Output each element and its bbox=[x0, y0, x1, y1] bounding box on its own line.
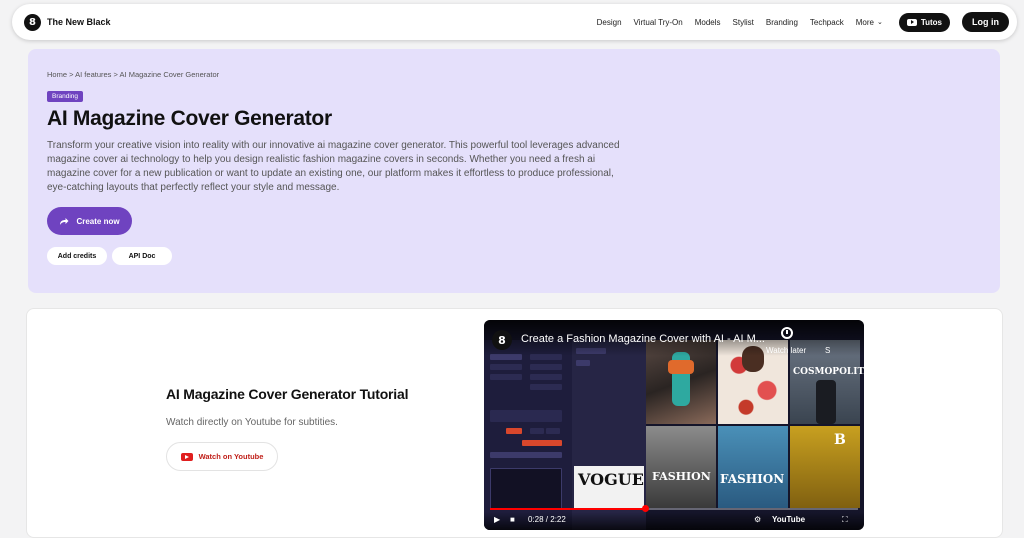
brand[interactable]: 8 The New Black bbox=[24, 13, 111, 31]
nav-link-techpack[interactable]: Techpack bbox=[810, 18, 844, 27]
tutos-button[interactable]: Tutos bbox=[898, 12, 950, 32]
panel-row bbox=[490, 364, 522, 370]
login-button[interactable]: Log in bbox=[962, 12, 1009, 32]
volume-icon[interactable]: ■ bbox=[510, 515, 515, 524]
watch-on-youtube-button[interactable]: Watch on Youtube bbox=[166, 442, 278, 471]
youtube-brand[interactable]: YouTube bbox=[772, 515, 805, 524]
model-figure bbox=[816, 380, 836, 424]
panel-row bbox=[576, 360, 590, 366]
create-now-button[interactable]: Create now bbox=[47, 207, 132, 235]
secondary-actions: Add credits API Doc bbox=[47, 247, 172, 265]
panel-row bbox=[522, 440, 562, 446]
magazine-cover: VOGUE bbox=[574, 466, 644, 508]
video-title[interactable]: Create a Fashion Magazine Cover with AI … bbox=[521, 333, 765, 345]
watch-on-youtube-label: Watch on Youtube bbox=[198, 452, 264, 461]
video-scrubber[interactable] bbox=[641, 505, 649, 512]
settings-icon[interactable]: ⚙ bbox=[754, 515, 761, 524]
panel-row bbox=[530, 374, 562, 380]
youtube-icon bbox=[180, 452, 193, 461]
share-label[interactable]: S bbox=[825, 346, 830, 355]
category-badge: Branding bbox=[47, 91, 84, 102]
nav-link-virtual-try-on[interactable]: Virtual Try-On bbox=[634, 18, 683, 27]
video-ui-panel bbox=[484, 340, 572, 530]
page-title: AI Magazine Cover Generator bbox=[47, 107, 332, 130]
nav-link-design[interactable]: Design bbox=[597, 18, 622, 27]
video-time: 0:28 / 2:22 bbox=[528, 515, 566, 524]
video-player[interactable]: COSMOPOLITAN FASHION VOGUE FASHION B 8 C… bbox=[484, 320, 864, 530]
nav-link-branding[interactable]: Branding bbox=[766, 18, 798, 27]
nav-link-models[interactable]: Models bbox=[695, 18, 721, 27]
fashion-photo: FASHION bbox=[646, 426, 716, 508]
cover-title: COSMOPOLITAN bbox=[793, 367, 864, 377]
panel-row bbox=[490, 374, 522, 380]
panel-row bbox=[530, 364, 562, 370]
breadcrumb[interactable]: Home > AI features > AI Magazine Cover G… bbox=[47, 70, 981, 79]
fashion-photo: B bbox=[790, 426, 860, 508]
hero-section: Home > AI features > AI Magazine Cover G… bbox=[28, 49, 1000, 293]
tutos-label: Tutos bbox=[920, 17, 942, 27]
youtube-icon bbox=[906, 18, 917, 26]
cover-title: FASHION bbox=[720, 472, 785, 486]
cover-title: VOGUE bbox=[578, 470, 644, 489]
api-doc-button[interactable]: API Doc bbox=[112, 247, 172, 265]
clock-icon[interactable] bbox=[781, 327, 793, 339]
panel-row bbox=[490, 452, 562, 458]
panel-row bbox=[490, 410, 562, 422]
channel-logo-icon[interactable]: 8 bbox=[492, 330, 512, 350]
cover-title: FASHION bbox=[652, 470, 711, 483]
brand-name: The New Black bbox=[47, 17, 111, 27]
nav-links: Design Virtual Try-On Models Stylist Bra… bbox=[597, 12, 1009, 32]
panel-row bbox=[506, 428, 522, 434]
cover-title: B bbox=[834, 432, 846, 448]
brand-logo-icon: 8 bbox=[24, 13, 41, 31]
panel-row bbox=[530, 384, 562, 390]
panel-textarea bbox=[490, 468, 562, 510]
top-nav: 8 The New Black Design Virtual Try-On Mo… bbox=[12, 4, 1017, 40]
add-credits-button[interactable]: Add credits bbox=[47, 247, 107, 265]
magazine-cover: FASHION bbox=[718, 426, 788, 508]
nav-more-label: More bbox=[855, 17, 874, 27]
tutorial-section: AI Magazine Cover Generator Tutorial Wat… bbox=[26, 308, 1003, 538]
share-arrow-icon bbox=[59, 217, 69, 226]
chevron-down-icon: ⌄ bbox=[876, 19, 883, 26]
video-progress-bar[interactable] bbox=[490, 505, 858, 512]
play-icon[interactable]: ▶ bbox=[494, 515, 500, 524]
panel-row bbox=[530, 428, 544, 434]
nav-link-stylist[interactable]: Stylist bbox=[733, 18, 754, 27]
watch-later-label[interactable]: Watch later bbox=[766, 346, 806, 355]
tutorial-subtitle: Watch directly on Youtube for subtities. bbox=[166, 417, 338, 428]
video-progress-fill bbox=[490, 508, 645, 510]
model-jacket bbox=[668, 360, 694, 374]
page-description: Transform your creative vision into real… bbox=[47, 140, 620, 193]
create-now-label: Create now bbox=[76, 216, 120, 226]
fullscreen-icon[interactable]: ⛶ bbox=[842, 515, 848, 525]
panel-row bbox=[546, 428, 560, 434]
tutorial-title: AI Magazine Cover Generator Tutorial bbox=[166, 386, 409, 402]
nav-more-menu[interactable]: More ⌄ bbox=[856, 18, 883, 27]
